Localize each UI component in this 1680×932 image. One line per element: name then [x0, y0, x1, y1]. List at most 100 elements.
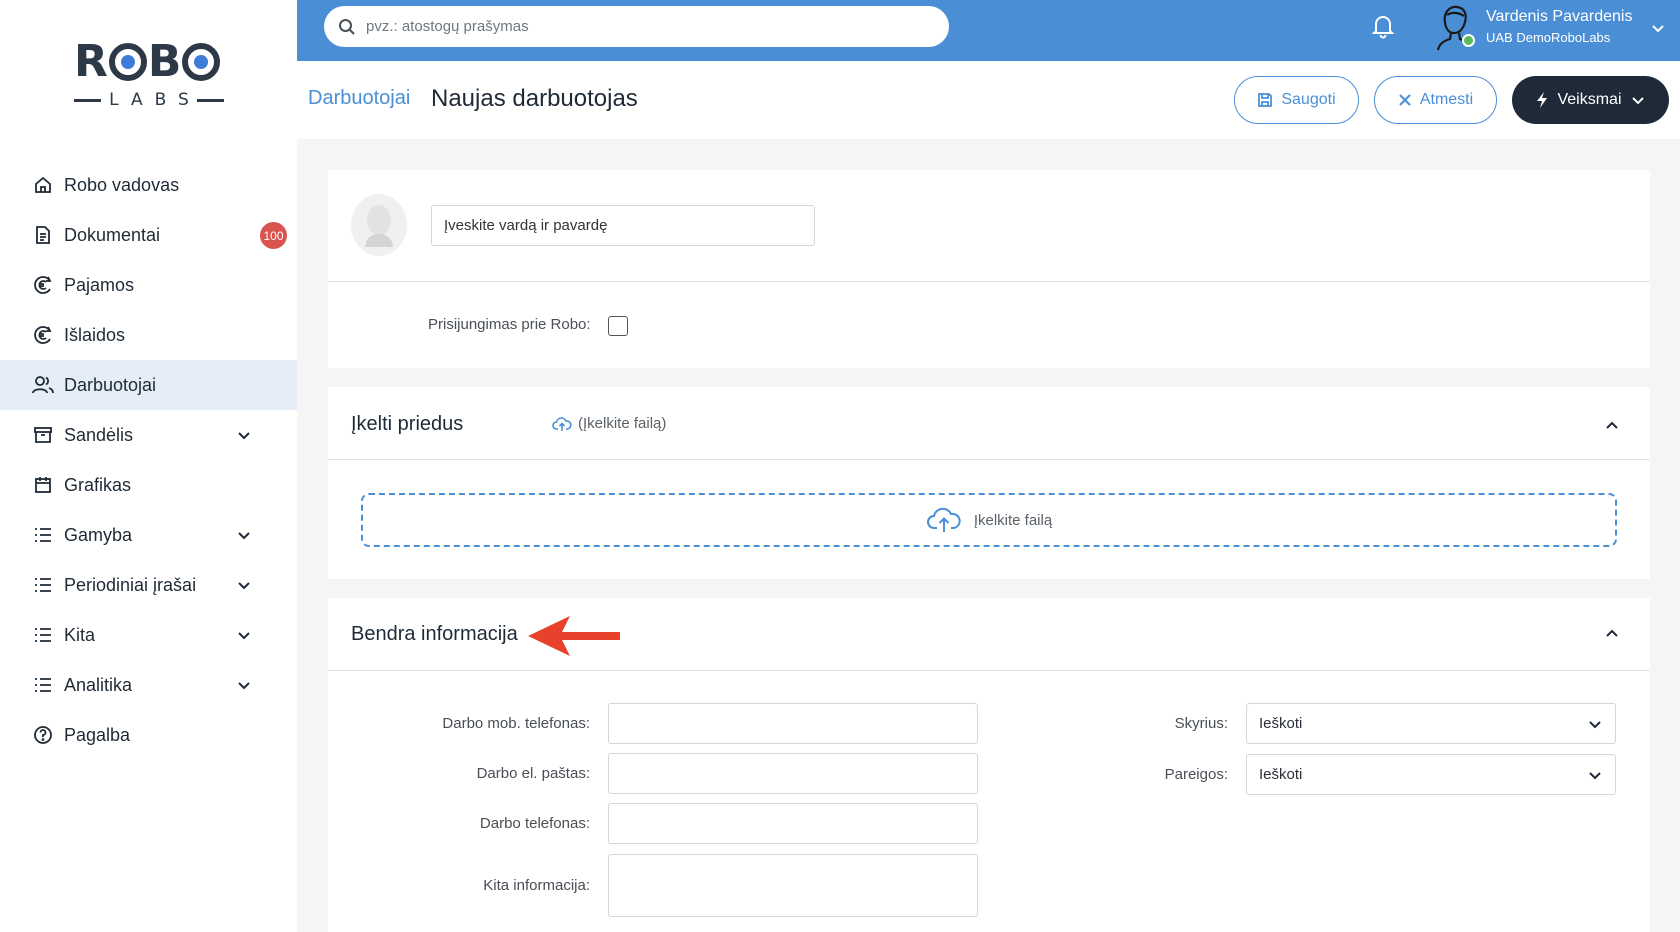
search-input[interactable]	[366, 18, 906, 35]
chevron-down-icon	[1631, 97, 1644, 105]
document-icon	[32, 224, 54, 246]
user-avatar[interactable]	[1431, 3, 1477, 51]
search-icon	[339, 18, 355, 35]
sidebar-item-islaidos[interactable]: Išlaidos	[0, 310, 297, 360]
file-dropzone[interactable]: Įkelkite failą	[361, 493, 1617, 547]
department-label: Skyrius:	[1174, 715, 1228, 732]
other-info-textarea[interactable]	[608, 854, 978, 917]
chevron-down-icon	[1589, 772, 1601, 780]
top-bar: Vardenis Pavardenis UAB DemoRoboLabs	[297, 0, 1680, 61]
department-select-value: Ieškoti	[1259, 715, 1303, 732]
breadcrumb-darbuotojai[interactable]: Darbuotojai	[308, 87, 410, 110]
red-arrow-annotation	[528, 616, 620, 656]
sidebar-item-label: Pagalba	[64, 724, 131, 745]
sidebar-item-grafikas[interactable]: Grafikas	[0, 460, 297, 510]
online-status-dot	[1462, 34, 1475, 47]
sidebar-item-dokumentai[interactable]: Dokumentai 100	[0, 210, 297, 260]
chevron-down-icon	[1589, 721, 1601, 729]
general-info-title: Bendra informacija	[351, 623, 518, 645]
work-mobile-label: Darbo mob. telefonas:	[442, 715, 590, 732]
work-phone-label: Darbo telefonas:	[479, 815, 590, 832]
general-info-card: Bendra informacija Darbo mob. telefonas:…	[328, 598, 1650, 932]
lightning-icon	[1537, 92, 1548, 108]
users-icon	[32, 374, 54, 396]
sidebar-item-gamyba[interactable]: Gamyba	[0, 510, 297, 560]
chevron-up-icon[interactable]	[1603, 417, 1621, 435]
chevron-down-icon	[238, 532, 250, 540]
actions-dropdown-button[interactable]: Veiksmai	[1512, 76, 1669, 124]
sidebar-item-robo-vadovas[interactable]: Robo vadovas	[0, 160, 297, 210]
sidebar-item-label: Darbuotojai	[64, 374, 157, 395]
work-email-label: Darbo el. paštas:	[476, 765, 590, 782]
save-button[interactable]: Saugoti	[1234, 76, 1359, 124]
work-phone-input[interactable]	[608, 803, 978, 844]
position-select[interactable]: Ieškoti	[1246, 754, 1616, 795]
list-icon	[32, 574, 54, 596]
upload-link-label: (Įkelkite failą)	[578, 415, 667, 432]
notification-badge: 100	[260, 222, 287, 249]
cancel-button[interactable]: Atmesti	[1374, 76, 1497, 124]
chevron-down-icon	[238, 682, 250, 690]
chevron-down-icon	[238, 582, 250, 590]
page-header: Darbuotojai Naujas darbuotojas Saugoti A…	[297, 61, 1680, 139]
logo-subtitle: LABS	[109, 90, 201, 110]
divider	[328, 281, 1650, 282]
divider	[328, 670, 1650, 671]
user-name[interactable]: Vardenis Pavardenis	[1486, 8, 1632, 26]
floppy-disk-icon	[1258, 93, 1273, 107]
sidebar-item-label: Analitika	[64, 674, 133, 695]
euro-icon	[32, 274, 54, 296]
calendar-icon	[32, 474, 54, 496]
sidebar-item-sandelis[interactable]: Sandėlis	[0, 410, 297, 460]
logo-wordmark: RB	[74, 40, 224, 84]
chevron-down-icon	[238, 632, 250, 640]
sidebar-item-pajamos[interactable]: Pajamos	[0, 260, 297, 310]
cloud-upload-icon	[552, 416, 572, 431]
sidebar: RB LABS Robo vadovas Dokumentai 100 Paja…	[0, 0, 297, 932]
sidebar-item-label: Grafikas	[64, 474, 132, 495]
notifications-bell-icon[interactable]	[1371, 13, 1395, 44]
cancel-button-label: Atmesti	[1419, 91, 1474, 108]
position-select-value: Ieškoti	[1259, 766, 1303, 783]
robo-login-label: Prisijungimas prie Robo:	[428, 316, 591, 333]
attachments-card: Įkelti priedus (Įkelkite failą) Įkelkite…	[328, 387, 1650, 579]
user-company[interactable]: UAB DemoRoboLabs	[1486, 30, 1610, 45]
sidebar-item-label: Išlaidos	[64, 324, 126, 345]
cloud-upload-icon	[926, 507, 961, 532]
department-select[interactable]: Ieškoti	[1246, 703, 1616, 744]
save-button-label: Saugoti	[1281, 91, 1336, 108]
search-box[interactable]	[324, 6, 949, 47]
work-mobile-input[interactable]	[608, 703, 978, 744]
divider	[328, 459, 1650, 460]
sidebar-item-label: Periodiniai įrašai	[64, 574, 197, 595]
list-icon	[32, 624, 54, 646]
robo-login-checkbox[interactable]	[608, 316, 628, 336]
sidebar-item-darbuotojai[interactable]: Darbuotojai	[0, 360, 297, 410]
actions-button-label: Veiksmai	[1557, 91, 1622, 108]
other-info-label: Kita informacija:	[483, 877, 590, 894]
sidebar-nav: Robo vadovas Dokumentai 100 Pajamos Išla…	[0, 160, 297, 760]
chevron-down-icon[interactable]	[1650, 20, 1666, 41]
sidebar-item-label: Pajamos	[64, 274, 135, 295]
sidebar-item-kita[interactable]: Kita	[0, 610, 297, 660]
employee-avatar[interactable]	[351, 194, 407, 256]
work-email-input[interactable]	[608, 753, 978, 794]
sidebar-item-analitika[interactable]: Analitika	[0, 660, 297, 710]
sidebar-item-pagalba[interactable]: Pagalba	[0, 710, 297, 760]
dropzone-label: Įkelkite failą	[973, 511, 1053, 529]
help-icon	[32, 724, 54, 746]
employee-card: Prisijungimas prie Robo:	[328, 170, 1650, 368]
archive-icon	[32, 424, 54, 446]
chevron-down-icon	[238, 432, 250, 440]
chevron-up-icon[interactable]	[1603, 625, 1621, 643]
sidebar-item-label: Robo vadovas	[64, 174, 180, 195]
upload-file-link[interactable]: (Įkelkite failą)	[552, 415, 666, 432]
euro-icon	[32, 324, 54, 346]
sidebar-item-label: Kita	[64, 624, 96, 645]
sidebar-item-label: Dokumentai	[64, 224, 161, 245]
robolabs-logo[interactable]: RB LABS	[74, 40, 224, 112]
page-title: Naujas darbuotojas	[431, 85, 638, 112]
employee-name-input[interactable]	[431, 205, 815, 246]
attachments-title: Įkelti priedus	[351, 413, 464, 435]
sidebar-item-periodiniai-irasai[interactable]: Periodiniai įrašai	[0, 560, 297, 610]
